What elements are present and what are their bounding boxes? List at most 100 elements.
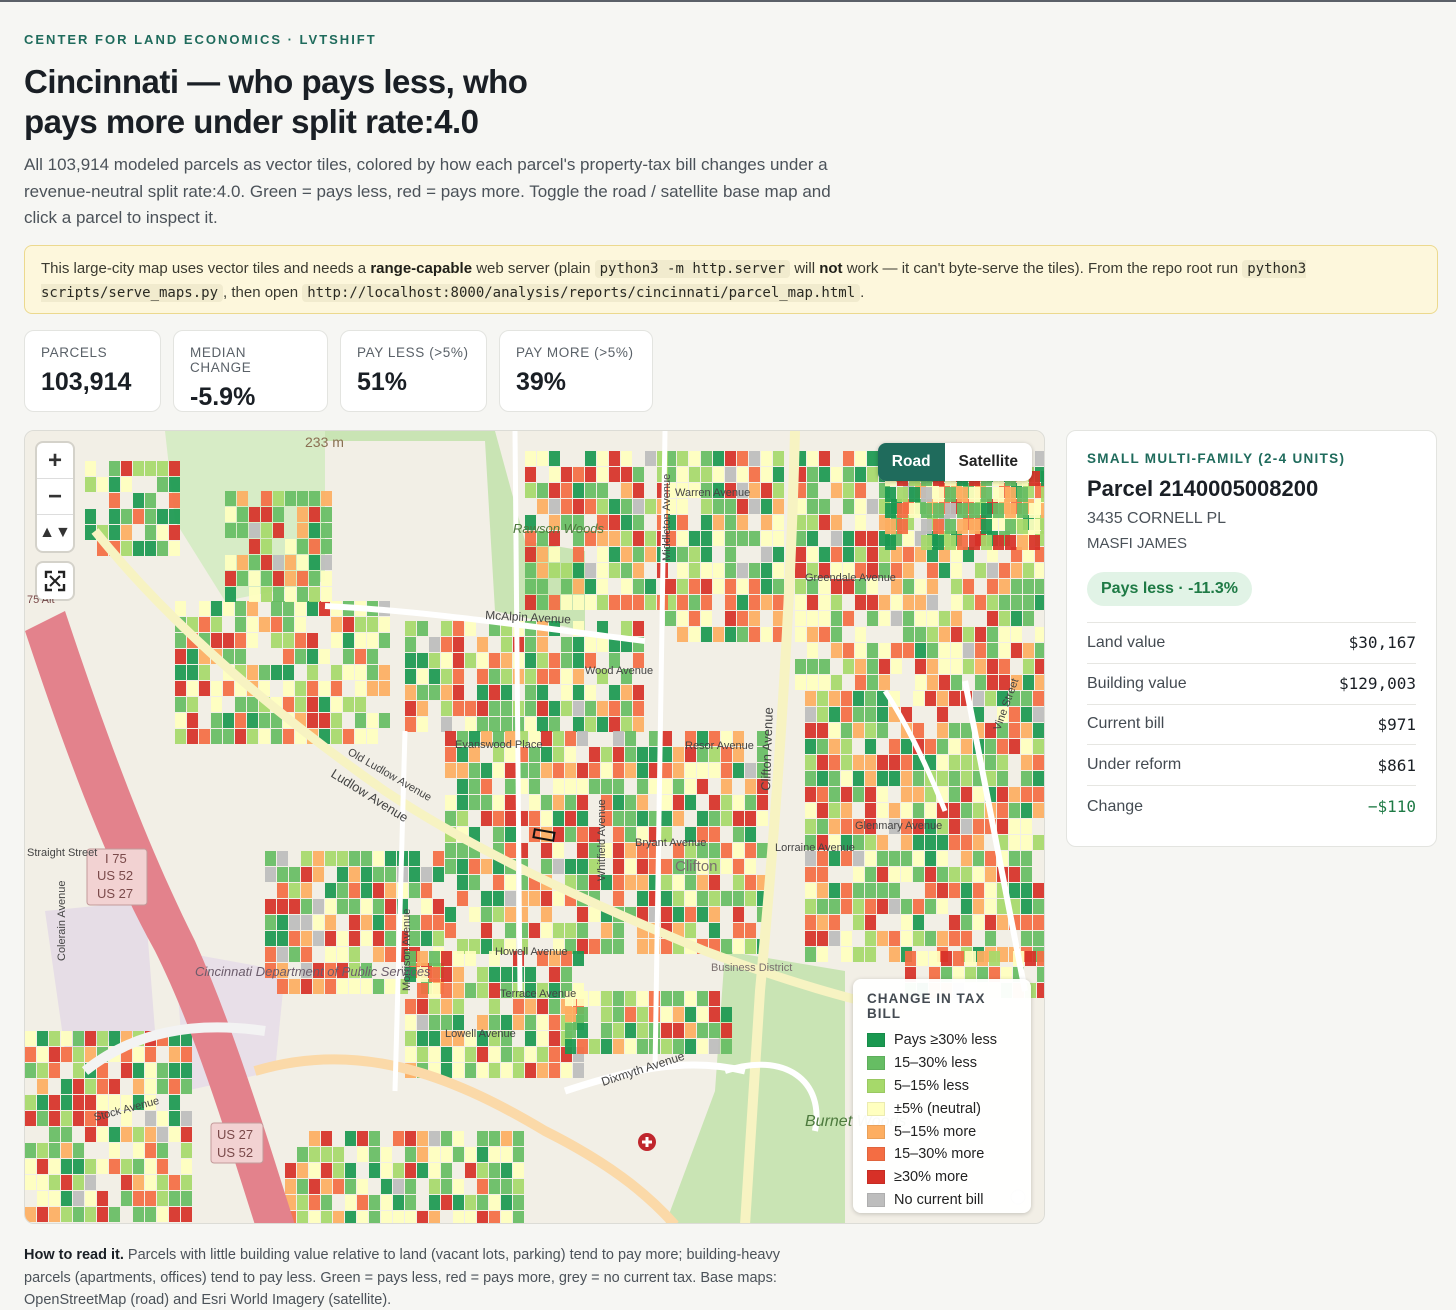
parcel-cell xyxy=(805,755,816,770)
parcel-cell xyxy=(957,487,968,502)
parcel-cell xyxy=(737,467,748,482)
parcel-cell xyxy=(361,915,372,930)
parcel-cell xyxy=(637,795,648,810)
parcel-cell xyxy=(97,1223,108,1224)
parcel-cell xyxy=(175,681,186,696)
parcel-cell xyxy=(819,547,830,562)
parcel-cell xyxy=(577,859,588,874)
parcel-cell xyxy=(429,1131,440,1146)
parcel-cell xyxy=(283,617,294,632)
parcel-cell xyxy=(457,891,468,906)
parcel-cell xyxy=(843,659,854,674)
parcel-cell xyxy=(589,939,600,954)
parcel-cell xyxy=(927,579,938,594)
parcel-cell xyxy=(325,851,336,866)
parcel-cell xyxy=(577,731,588,746)
parcel-cell xyxy=(285,491,296,506)
parcel-cell xyxy=(321,523,332,538)
parcel-cell xyxy=(477,1163,488,1178)
parcel-cell xyxy=(855,515,866,530)
parcel-cell xyxy=(577,907,588,922)
parcel-cell xyxy=(405,637,416,652)
parcel-cell xyxy=(369,1211,380,1223)
parcel-cell xyxy=(733,795,744,810)
parcel-cell xyxy=(697,1023,708,1038)
parcel-cell xyxy=(701,547,712,562)
parcel-cell xyxy=(367,617,378,632)
parcel-cell xyxy=(25,1143,36,1158)
parcel-map[interactable]: 233 m McAlpin Avenue Ludlow Avenue Old L… xyxy=(24,430,1045,1224)
parcel-cell xyxy=(585,451,596,466)
parcel-cell xyxy=(913,787,924,802)
parcel-cell xyxy=(621,579,632,594)
parcel-cell xyxy=(61,1111,72,1126)
parcel-cell xyxy=(237,523,248,538)
parcel-cell xyxy=(109,1031,120,1046)
parcel-cell xyxy=(985,915,996,930)
parcel-cell xyxy=(453,653,464,668)
parcel-cell xyxy=(477,1211,488,1223)
parcel-cell xyxy=(621,621,632,636)
parcel-cell xyxy=(855,499,866,514)
parcel-cell xyxy=(891,595,902,610)
basemap-road-button[interactable]: Road xyxy=(877,443,945,481)
zoom-out-button[interactable]: − xyxy=(37,479,73,515)
parcel-cell xyxy=(513,999,524,1014)
parcel-cell xyxy=(713,563,724,578)
legend-swatch xyxy=(867,1192,885,1207)
parcel-cell xyxy=(225,491,236,506)
parcel-cell xyxy=(477,983,488,998)
parcel-cell xyxy=(441,951,452,966)
parcel-cell xyxy=(721,859,732,874)
parcel-cell xyxy=(457,843,468,858)
server-notice: This large-city map uses vector tiles an… xyxy=(24,245,1438,314)
parcel-cell xyxy=(409,883,420,898)
fullscreen-button[interactable] xyxy=(37,563,73,599)
zoom-in-button[interactable]: + xyxy=(37,443,73,479)
parcel-cell xyxy=(915,611,926,626)
parcel-cell xyxy=(689,451,700,466)
legend-item: 15–30% more xyxy=(867,1143,1017,1166)
parcel-cell xyxy=(441,967,452,982)
legend-swatch xyxy=(867,1124,885,1139)
parcel-cell xyxy=(951,643,962,658)
parcel-cell xyxy=(145,1079,156,1094)
parcel-cell xyxy=(725,451,736,466)
parcel-cell xyxy=(951,611,962,626)
parcel-cell xyxy=(889,771,900,786)
parcel-cell xyxy=(477,637,488,652)
parcel-cell xyxy=(429,967,440,982)
parcel-cell xyxy=(1021,883,1032,898)
parcel-cell xyxy=(133,493,144,508)
parcel-cell xyxy=(421,899,432,914)
parcel-cell xyxy=(337,851,348,866)
label-wood: Wood Avenue xyxy=(585,665,653,677)
compass-button[interactable]: ▲▼ xyxy=(37,515,73,551)
parcel-cell xyxy=(913,835,924,850)
parcel-cell xyxy=(855,675,866,690)
legend-swatch xyxy=(867,1033,885,1048)
parcel-cell xyxy=(133,1079,144,1094)
parcel-cell xyxy=(247,601,258,616)
parcel-cell xyxy=(249,555,260,570)
parcel-cell xyxy=(877,899,888,914)
parcel-cell xyxy=(829,883,840,898)
parcel-cell xyxy=(1023,563,1034,578)
parcel-cell xyxy=(901,899,912,914)
parcel-cell xyxy=(259,713,270,728)
parcel-cell xyxy=(73,1223,84,1224)
parcel-cell xyxy=(549,499,560,514)
parcel-cell xyxy=(297,539,308,554)
parcel-cell xyxy=(561,701,572,716)
parcel-cell xyxy=(457,875,468,890)
parcel-cell xyxy=(677,563,688,578)
parcel-cell xyxy=(121,1223,132,1224)
parcel-cell xyxy=(481,891,492,906)
parcel-cell xyxy=(489,653,500,668)
basemap-satellite-button[interactable]: Satellite xyxy=(945,443,1032,481)
parcel-cell xyxy=(721,1039,732,1054)
parcel-cell xyxy=(301,883,312,898)
parcel-cell xyxy=(749,595,760,610)
parcel-cell xyxy=(853,691,864,706)
parcel-cell xyxy=(969,519,980,534)
